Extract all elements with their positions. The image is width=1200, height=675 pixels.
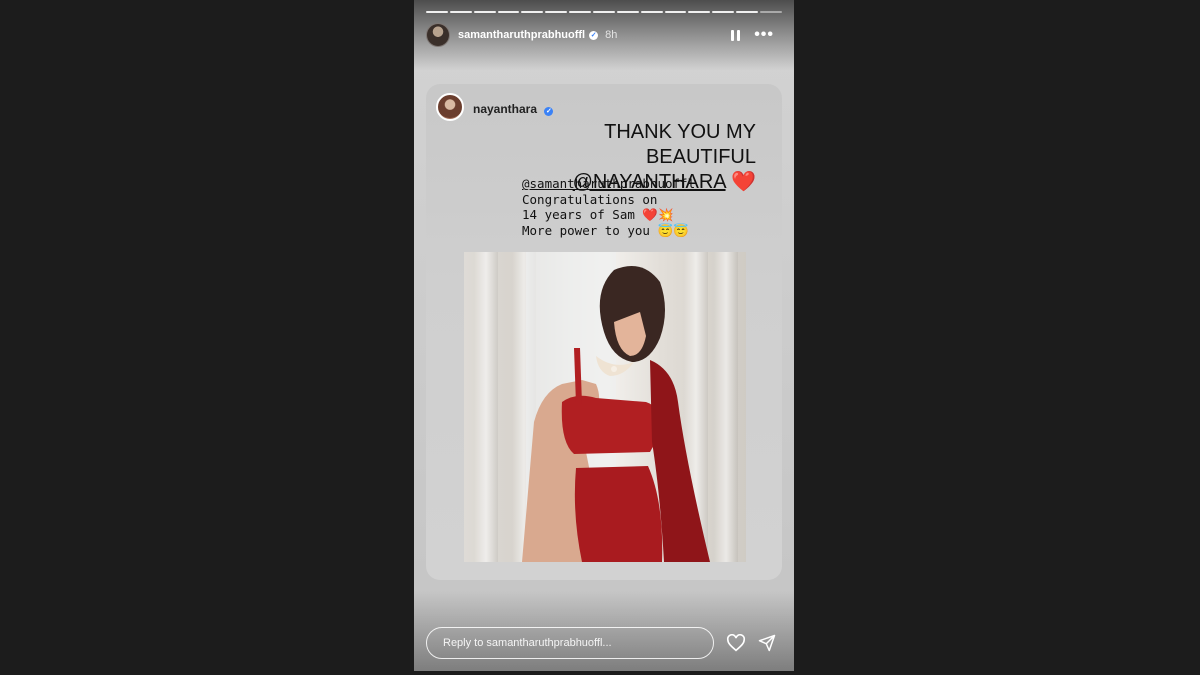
more-icon[interactable]: ••• bbox=[754, 27, 774, 43]
quoted-message: @samantharuthprabhuoffl Congratulations … bbox=[522, 176, 752, 238]
progress-segment bbox=[593, 11, 615, 13]
story-username[interactable]: samantharuthprabhuoffl bbox=[458, 29, 585, 41]
progress-segment bbox=[712, 11, 735, 13]
progress-segment bbox=[616, 11, 639, 13]
reshared-username-row[interactable]: nayanthara ✓ bbox=[473, 102, 554, 116]
story-progress-bar bbox=[426, 11, 782, 13]
quote-line: Congratulations on bbox=[522, 191, 658, 207]
story-header: samantharuthprabhuoffl ✓ 8h ••• bbox=[426, 22, 782, 48]
woman-in-red-outfit-illustration bbox=[522, 252, 710, 562]
heart-icon[interactable] bbox=[726, 634, 746, 652]
story-viewer[interactable]: samantharuthprabhuoffl ✓ 8h ••• nayantha… bbox=[414, 0, 794, 671]
progress-segment bbox=[569, 11, 592, 13]
progress-segment bbox=[545, 11, 568, 13]
story-avatar[interactable] bbox=[426, 23, 450, 47]
progress-segment bbox=[449, 11, 472, 13]
post-photo bbox=[464, 252, 746, 562]
verified-badge-icon: ✓ bbox=[544, 107, 554, 116]
reshared-post-card[interactable]: nayanthara ✓ THANK YOU MY BEAUTIFUL @NAY… bbox=[426, 84, 782, 580]
story-controls: ••• bbox=[731, 27, 774, 43]
send-icon[interactable] bbox=[758, 634, 776, 652]
thank-you-line: THANK YOU MY BEAUTIFUL bbox=[604, 121, 756, 168]
quote-mention[interactable]: @samantharuthprabhuoffl bbox=[522, 176, 752, 192]
progress-segment bbox=[473, 11, 496, 13]
progress-segment bbox=[426, 11, 448, 13]
story-timestamp: 8h bbox=[605, 29, 618, 41]
progress-segment bbox=[664, 11, 687, 13]
progress-segment bbox=[736, 11, 759, 13]
verified-badge-icon: ✓ bbox=[589, 30, 599, 40]
reshared-username[interactable]: nayanthara bbox=[473, 102, 537, 116]
quote-line: More power to you 😇😇 bbox=[522, 222, 689, 238]
progress-segment bbox=[497, 11, 520, 13]
quote-line: 14 years of Sam ❤️💥 bbox=[522, 207, 674, 222]
progress-segment bbox=[640, 11, 663, 13]
reply-bar bbox=[426, 626, 782, 660]
progress-segment bbox=[688, 11, 711, 13]
reply-input[interactable] bbox=[426, 627, 714, 659]
pause-icon[interactable] bbox=[731, 29, 741, 41]
reshared-avatar[interactable] bbox=[436, 93, 464, 121]
progress-segment bbox=[760, 11, 782, 13]
progress-segment bbox=[521, 11, 544, 13]
